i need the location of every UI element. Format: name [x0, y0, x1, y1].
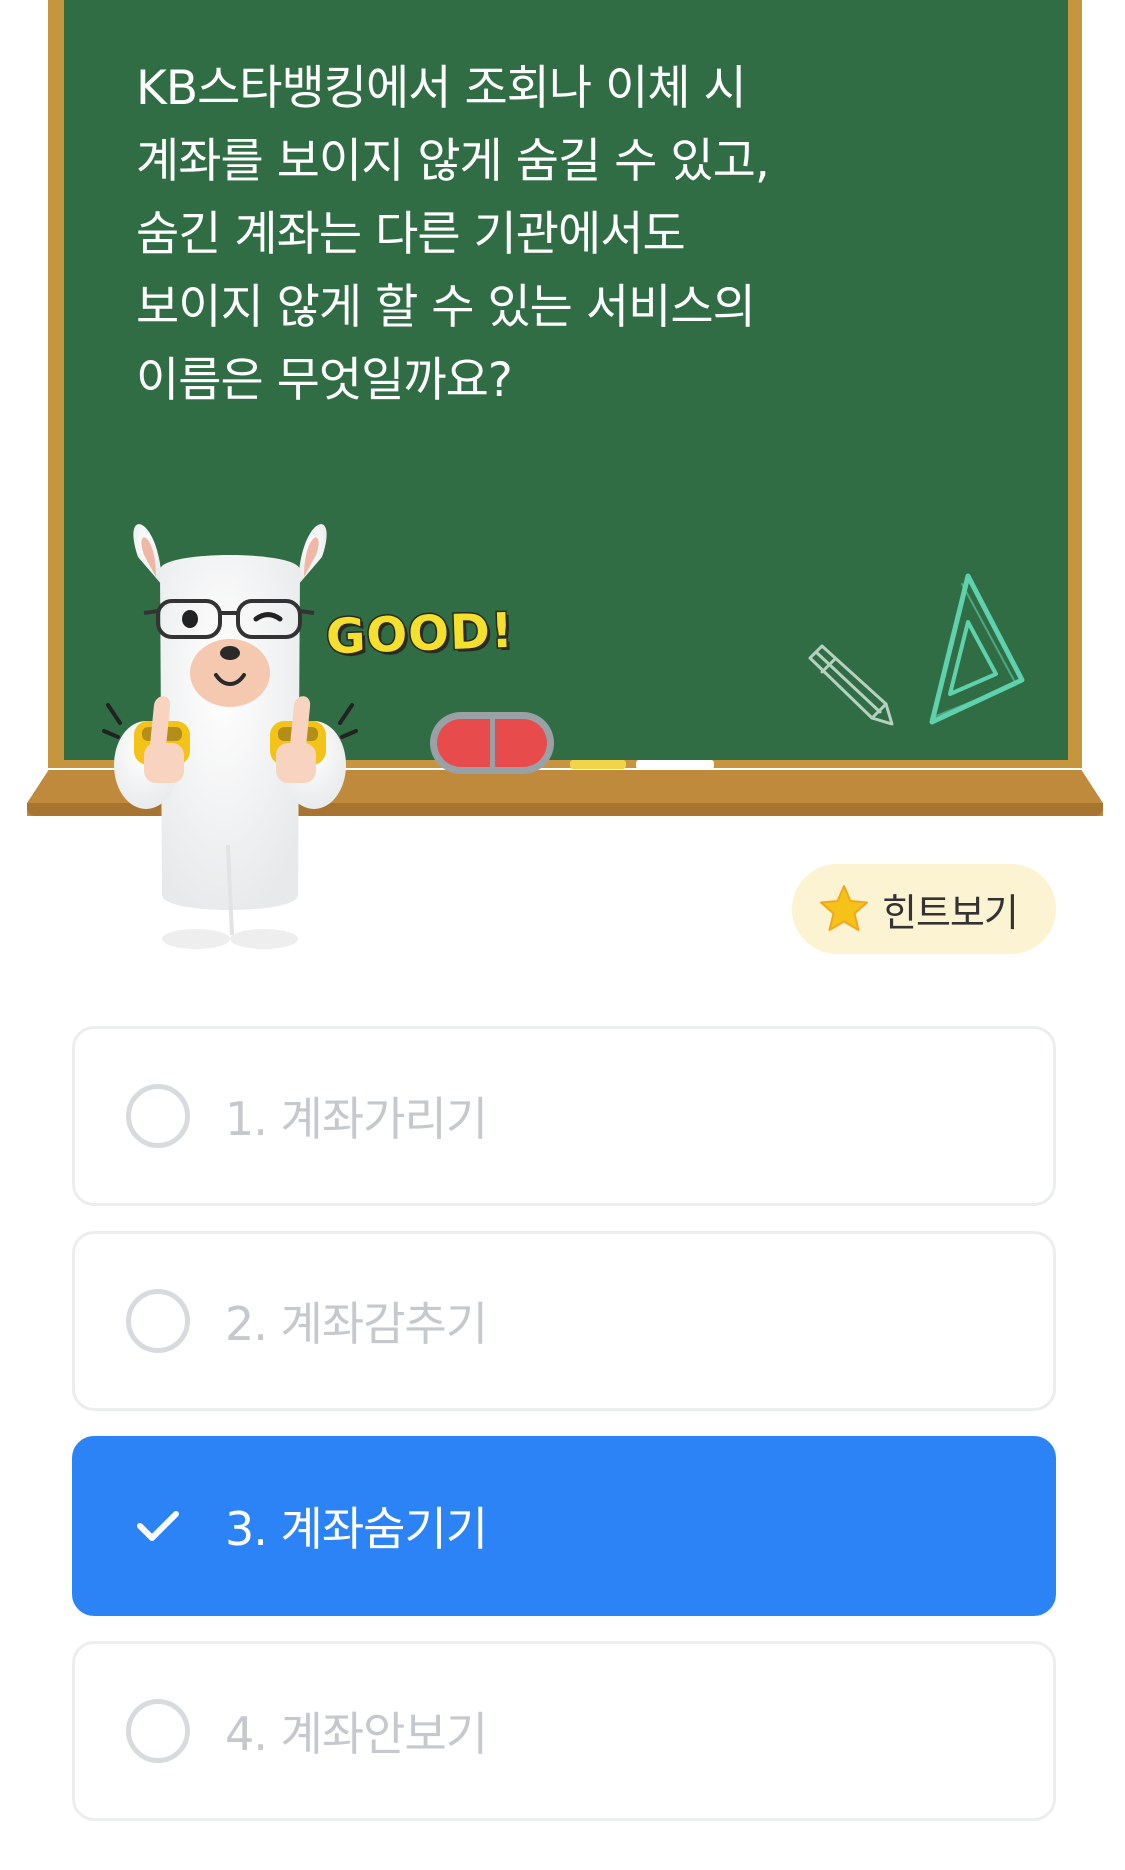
eraser-icon: [430, 712, 554, 774]
answer-option-3[interactable]: 3. 계좌숨기기: [72, 1436, 1056, 1616]
answer-options: 1. 계좌가리기 2. 계좌감추기 3. 계좌숨기기 4. 계좌안보기: [72, 1026, 1056, 1846]
answer-option-label: 2. 계좌감추기: [225, 1297, 488, 1351]
question-text: KB스타뱅킹에서 조회나 이체 시 계좌를 보이지 않게 숨길 수 있고, 숨긴…: [136, 61, 770, 408]
alpaca-mascot-icon: [102, 524, 358, 949]
answer-option-label: 1. 계좌가리기: [225, 1092, 488, 1146]
radio-circle-icon: [126, 1289, 190, 1353]
triangle-ruler-icon: [929, 573, 1025, 725]
radio-circle-icon: [126, 1699, 190, 1763]
yellow-chalk-icon: [570, 760, 626, 769]
quiz-page: KB스타뱅킹에서 조회나 이체 시 계좌를 보이지 않게 숨길 수 있고, 숨긴…: [0, 0, 1125, 1870]
hint-button-label: 힌트보기: [882, 890, 1019, 935]
answer-option-label: 3. 계좌숨기기: [225, 1502, 488, 1556]
answer-option-label: 4. 계좌안보기: [225, 1707, 488, 1761]
white-chalk-icon: [636, 760, 714, 769]
answer-option-4[interactable]: 4. 계좌안보기: [72, 1641, 1056, 1821]
check-icon: [126, 1494, 190, 1558]
pencil-icon: [808, 644, 894, 726]
answer-option-2[interactable]: 2. 계좌감추기: [72, 1231, 1056, 1411]
hint-button[interactable]: 힌트보기: [792, 864, 1056, 954]
star-icon: [820, 885, 868, 931]
good-sticker: GOOD!: [324, 601, 517, 667]
answer-option-1[interactable]: 1. 계좌가리기: [72, 1026, 1056, 1206]
radio-circle-icon: [126, 1084, 190, 1148]
